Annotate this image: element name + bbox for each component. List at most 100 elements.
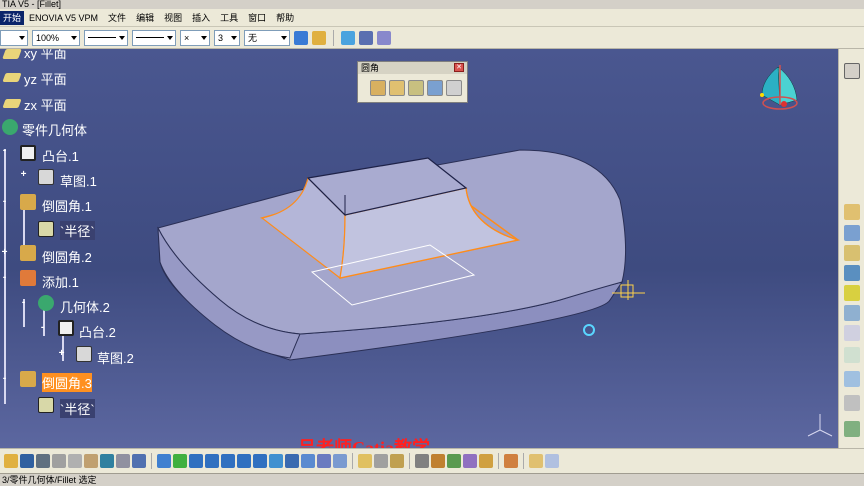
tree-fillet3-radius[interactable]: `半径` [60,399,95,418]
tree-fillet3-selected[interactable]: 倒圆角.3 [42,373,92,392]
menu-view[interactable]: 视图 [159,11,187,24]
part-geometry[interactable] [0,49,838,448]
brush-icon[interactable] [312,30,326,45]
design-table-icon[interactable] [479,454,493,468]
zoom-select[interactable]: 100% [32,29,80,46]
analysis-icon[interactable] [529,454,543,468]
help-icon[interactable] [377,30,391,45]
edge-fillet-icon[interactable] [370,80,386,96]
menu-enovia[interactable]: ENOVIA V5 VPM [24,13,103,23]
pan-icon[interactable] [189,454,203,468]
iso-view-icon[interactable] [285,454,299,468]
fit-all-icon[interactable] [173,454,187,468]
paint-icon[interactable] [294,30,308,45]
workbench-icon[interactable] [844,63,860,79]
tree-xy-plane[interactable]: xy 平面 [24,49,67,62]
tree-add1[interactable]: 添加.1 [42,272,79,291]
collapse-icon[interactable]: - [0,197,9,207]
collapse-icon[interactable]: - [19,298,28,308]
variable-fillet-icon[interactable] [389,80,405,96]
open-icon[interactable] [4,454,18,468]
menu-window[interactable]: 窗口 [243,11,271,24]
number-select[interactable]: 3 [214,29,240,46]
menu-start[interactable]: 开始 [0,10,25,25]
hide-show-icon[interactable] [317,454,331,468]
collapse-icon[interactable]: - [38,323,47,333]
3d-viewport[interactable]: xy 平面 yz 平面 zx 平面 零件几何体 - 凸台.1 + 草图.1 - … [0,49,838,448]
tree-part-body[interactable]: 零件几何体 [22,120,87,139]
undo-icon[interactable] [100,454,114,468]
lineweight-select[interactable] [132,29,176,46]
color-select[interactable] [0,29,28,46]
window-title: TIA V5 - [Fillet] [0,0,864,9]
linetype-select[interactable] [84,29,128,46]
save-icon[interactable] [20,454,34,468]
draft-analysis-icon[interactable] [545,454,559,468]
tree-sketch2[interactable]: 草图.2 [97,348,134,367]
redo-icon[interactable] [116,454,130,468]
tree-sketch1[interactable]: 草图.1 [60,171,97,190]
copy-icon[interactable] [68,454,82,468]
formula-icon[interactable] [447,454,461,468]
fillet-toolbar[interactable]: 圆角 ✕ [357,61,468,103]
menu-tools[interactable]: 工具 [215,11,243,24]
measure-between-icon[interactable] [374,454,388,468]
layer-select[interactable]: 无 [244,29,290,46]
print-icon[interactable] [36,454,50,468]
close-icon[interactable]: ✕ [454,63,464,72]
tritangent-fillet-icon[interactable] [427,80,443,96]
slot-icon[interactable] [844,325,860,341]
collapse-icon[interactable]: - [0,374,9,384]
expand-icon[interactable]: + [57,349,66,359]
knowledge-icon[interactable] [504,454,518,468]
tree-zx-plane[interactable]: zx 平面 [24,95,67,114]
pattern-icon[interactable] [844,371,860,387]
whats-this-icon[interactable] [132,454,146,468]
pad-icon[interactable] [844,204,860,220]
zoom-out-icon[interactable] [237,454,251,468]
point-select[interactable]: × [180,29,210,46]
collapse-icon[interactable]: - [0,146,9,156]
menu-file[interactable]: 文件 [103,11,131,24]
expand-icon[interactable]: + [0,248,9,258]
shading-icon[interactable] [301,454,315,468]
update-icon[interactable] [431,454,445,468]
tree-yz-plane[interactable]: yz 平面 [24,69,67,88]
normal-view-icon[interactable] [253,454,267,468]
graph-icon[interactable] [359,30,373,45]
rib-icon[interactable] [844,305,860,321]
measure-icon[interactable] [844,421,860,437]
menu-edit[interactable]: 编辑 [131,11,159,24]
grid-icon[interactable] [844,395,860,411]
tree-fillet1[interactable]: 倒圆角.1 [42,196,92,215]
tree-fillet1-radius[interactable]: `半径` [60,221,95,240]
menu-help[interactable]: 帮助 [271,11,299,24]
tree-fillet2[interactable]: 倒圆角.2 [42,247,92,266]
catalog-icon[interactable] [415,454,429,468]
loft-icon[interactable] [844,347,860,363]
fly-icon[interactable] [157,454,171,468]
shading-icon[interactable] [341,30,355,45]
paste-icon[interactable] [84,454,98,468]
zoom-in-icon[interactable] [221,454,235,468]
menu-insert[interactable]: 插入 [187,11,215,24]
hole-icon[interactable] [844,285,860,301]
chamfer-icon[interactable] [446,80,462,96]
swap-icon[interactable] [333,454,347,468]
apply-material-icon[interactable] [390,454,404,468]
face-fillet-icon[interactable] [408,80,424,96]
tree-pad2[interactable]: 凸台.2 [79,322,116,341]
multi-view-icon[interactable] [269,454,283,468]
pocket-icon[interactable] [844,225,860,241]
expand-icon[interactable]: + [19,170,28,180]
tree-body2[interactable]: 几何体.2 [60,297,110,316]
shaft-icon[interactable] [844,245,860,261]
cut-icon[interactable] [52,454,66,468]
tree-pad1[interactable]: 凸台.1 [42,146,79,165]
sketch-tool-icon[interactable] [358,454,372,468]
rotate-icon[interactable] [205,454,219,468]
compass-icon[interactable] [760,65,798,110]
groove-icon[interactable] [844,265,860,281]
collapse-icon[interactable]: - [0,273,9,283]
law-icon[interactable] [463,454,477,468]
